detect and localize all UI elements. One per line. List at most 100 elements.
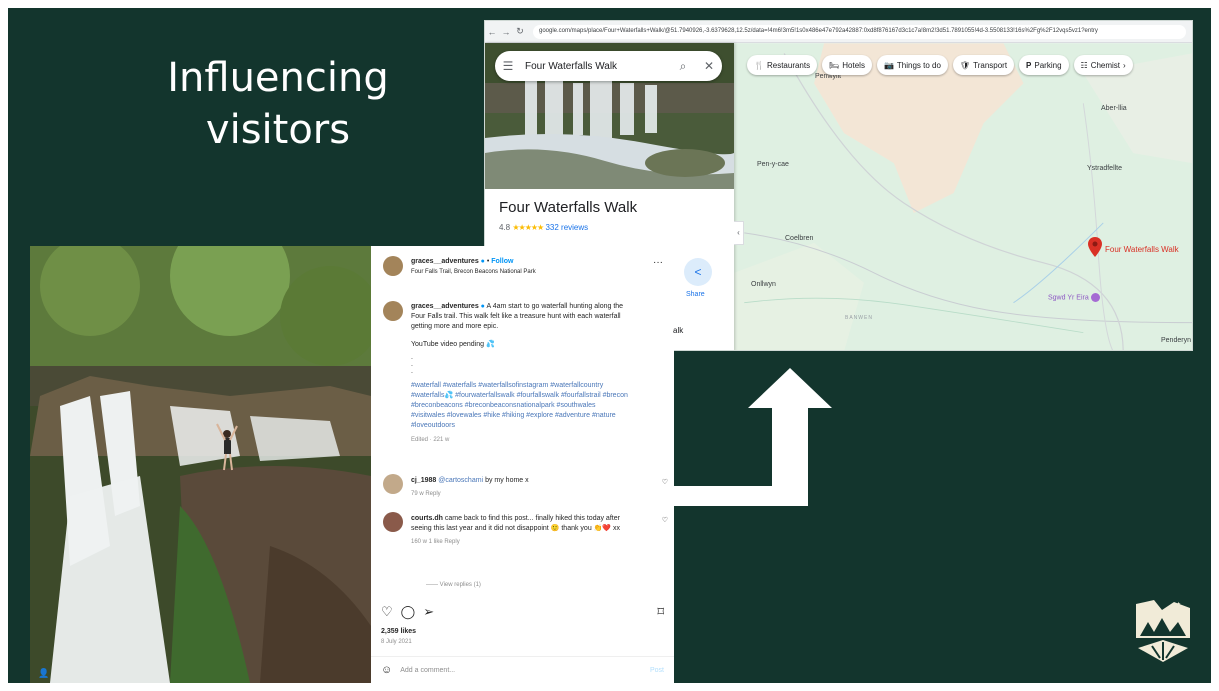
view-replies-link[interactable]: —— View replies (1) bbox=[426, 582, 481, 588]
comment-mention[interactable]: @cartoschami bbox=[438, 477, 483, 484]
map-poi-label[interactable]: Sgwd Yr Eira bbox=[1048, 293, 1100, 302]
chip-label: Restaurants bbox=[766, 60, 811, 70]
caption-dots: . . . bbox=[411, 354, 413, 375]
bookmark-icon[interactable]: ⌑ bbox=[657, 604, 664, 620]
chip-restaurants[interactable]: 🍴 Restaurants bbox=[747, 55, 818, 75]
share-icon[interactable]: ➢ bbox=[423, 604, 434, 620]
forward-icon[interactable]: → bbox=[499, 27, 513, 37]
maps-search-box[interactable]: ☰ Four Waterfalls Walk ⌕ ✕ bbox=[495, 51, 722, 81]
slide-title-line2: visitors bbox=[205, 107, 351, 153]
close-icon[interactable]: ✕ bbox=[696, 59, 722, 73]
follow-button[interactable]: Follow bbox=[491, 258, 513, 265]
chip-label: Parking bbox=[1034, 60, 1062, 70]
chevron-right-icon: › bbox=[1123, 60, 1126, 70]
heart-icon[interactable]: ♡ bbox=[662, 478, 668, 486]
poi-name: Sgwd Yr Eira bbox=[1048, 294, 1089, 302]
map-label-onllwyn: Onllwyn bbox=[751, 281, 776, 288]
chemist-icon: ☷ bbox=[1080, 60, 1088, 70]
slide-title-line1: Influencing bbox=[167, 55, 389, 101]
map-label-coelbren: Coelbren bbox=[785, 235, 814, 242]
comment-avatar[interactable] bbox=[383, 512, 403, 532]
post-location[interactable]: Four Falls Trail, Brecon Beacons Nationa… bbox=[411, 267, 536, 278]
parking-icon: P bbox=[1026, 60, 1032, 70]
comment-username[interactable]: courts.dh bbox=[411, 515, 443, 522]
caption-hashtags[interactable]: #waterfall #waterfalls #waterfallsofinst… bbox=[411, 381, 631, 431]
map-label-penderyn: Penderyn bbox=[1161, 337, 1191, 344]
rating-value: 4.8 bbox=[499, 223, 511, 232]
chip-label: Chemist bbox=[1090, 60, 1121, 70]
place-title: Four Waterfalls Walk bbox=[499, 199, 638, 216]
address-field[interactable]: google.com/maps/place/Four+Waterfalls+Wa… bbox=[533, 24, 1186, 39]
search-input[interactable]: Four Waterfalls Walk bbox=[521, 61, 670, 72]
add-comment-input[interactable]: Add a comment... bbox=[400, 667, 455, 674]
chip-parking[interactable]: P Parking bbox=[1019, 55, 1069, 75]
restaurants-icon: 🍴 bbox=[754, 60, 764, 70]
chip-chemist[interactable]: ☷ Chemist › bbox=[1073, 55, 1133, 75]
instagram-post-window: 👤 graces__adventures ● • Follow Four Fal… bbox=[30, 246, 674, 683]
comment-icon[interactable]: ◯ bbox=[401, 604, 416, 620]
maps-panel-text-fragment: alk bbox=[673, 326, 684, 335]
chip-label: Transport bbox=[973, 60, 1008, 70]
emoji-icon[interactable]: ☺ bbox=[381, 664, 392, 676]
comment: courts.dh came back to find this post...… bbox=[411, 514, 636, 547]
logo-icon: ✦ bbox=[1136, 600, 1190, 662]
instagram-post-side: graces__adventures ● • Follow Four Falls… bbox=[371, 246, 674, 683]
comment: cj_1988 @cartoschami by my home x 79 w R… bbox=[411, 476, 636, 499]
share-button[interactable]: < bbox=[684, 258, 712, 286]
reload-icon[interactable]: ↻ bbox=[513, 26, 527, 37]
caption-youtube: YouTube video pending 💦 bbox=[411, 341, 495, 348]
poi-marker-icon bbox=[1090, 293, 1100, 302]
map-label-ystradfellte: Ystradfellte bbox=[1087, 165, 1123, 172]
comment-avatar[interactable] bbox=[383, 474, 403, 494]
verified-icon: ● bbox=[480, 258, 485, 265]
chip-label: Things to do bbox=[896, 60, 941, 70]
hotels-icon: 🛏 bbox=[829, 60, 840, 70]
post-header: graces__adventures ● • Follow Four Falls… bbox=[411, 256, 536, 278]
chip-things-to-do[interactable]: 📷 Things to do bbox=[876, 55, 948, 75]
collapse-panel-button[interactable]: ‹ bbox=[734, 221, 744, 245]
comment-meta[interactable]: 160 w 1 like Reply bbox=[411, 537, 636, 547]
comment-text: came back to find this post... finally h… bbox=[411, 515, 621, 532]
map-label-pen-y-cae: Pen-y-cae bbox=[757, 161, 789, 168]
caption-username[interactable]: graces__adventures bbox=[411, 303, 479, 310]
caption-avatar[interactable] bbox=[383, 301, 403, 321]
search-icon[interactable]: ⌕ bbox=[670, 59, 696, 74]
comment-username[interactable]: cj_1988 bbox=[411, 477, 436, 484]
like-icon[interactable]: ♡ bbox=[381, 604, 393, 620]
instagram-waterfall-photo[interactable] bbox=[30, 246, 371, 683]
add-comment-bar: ☺ Add a comment... Post bbox=[371, 656, 674, 683]
post-button[interactable]: Post bbox=[650, 667, 664, 674]
arrow-up-icon bbox=[668, 368, 832, 506]
post-username[interactable]: graces__adventures bbox=[411, 258, 479, 265]
avatar[interactable] bbox=[383, 256, 403, 276]
likes-count[interactable]: 2,359 likes bbox=[381, 628, 416, 635]
map-pin-icon[interactable] bbox=[1088, 237, 1102, 257]
chip-hotels[interactable]: 🛏 Hotels bbox=[822, 55, 872, 75]
heart-icon[interactable]: ♡ bbox=[662, 516, 668, 524]
map-label-aber-llia: Aber-llia bbox=[1101, 105, 1127, 112]
transport-icon: 🛡 bbox=[959, 60, 971, 70]
post-date: 8 July 2021 bbox=[381, 639, 412, 645]
view-replies-label: View replies (1) bbox=[439, 582, 481, 588]
map-pin-label[interactable]: Four Waterfalls Walk bbox=[1105, 245, 1179, 254]
post-caption: graces__adventures ● A 4am start to go w… bbox=[411, 302, 631, 445]
person-tag-icon[interactable]: 👤 bbox=[38, 668, 49, 679]
slide: Influencing visitors ← → ↻ google.com/ma… bbox=[8, 8, 1211, 683]
star-icons: ★★★★★ bbox=[512, 223, 544, 232]
comment-text: by my home x bbox=[485, 477, 529, 484]
verified-icon: ● bbox=[480, 303, 485, 310]
more-options-icon[interactable]: ··· bbox=[653, 257, 663, 268]
share-label: Share bbox=[686, 291, 705, 298]
category-chips: 🍴 Restaurants 🛏 Hotels 📷 Things to do 🛡 Tran… bbox=[747, 55, 1133, 75]
caption-meta: Edited · 221 w bbox=[411, 437, 450, 443]
comment-meta[interactable]: 79 w Reply bbox=[411, 489, 636, 499]
camera-icon: 📷 bbox=[883, 60, 894, 70]
browser-url-bar: ← → ↻ google.com/maps/place/Four+Waterfa… bbox=[485, 21, 1192, 43]
svg-text:✦: ✦ bbox=[1176, 601, 1181, 608]
reviews-link[interactable]: 332 reviews bbox=[545, 223, 588, 232]
chip-transport[interactable]: 🛡 Transport bbox=[952, 55, 1015, 75]
place-rating: 4.8 ★★★★★ 332 reviews bbox=[499, 223, 588, 232]
post-actions: ♡ ◯ ➢ ⌑ bbox=[381, 604, 664, 620]
menu-icon[interactable]: ☰ bbox=[495, 59, 521, 73]
back-icon[interactable]: ← bbox=[485, 27, 499, 37]
